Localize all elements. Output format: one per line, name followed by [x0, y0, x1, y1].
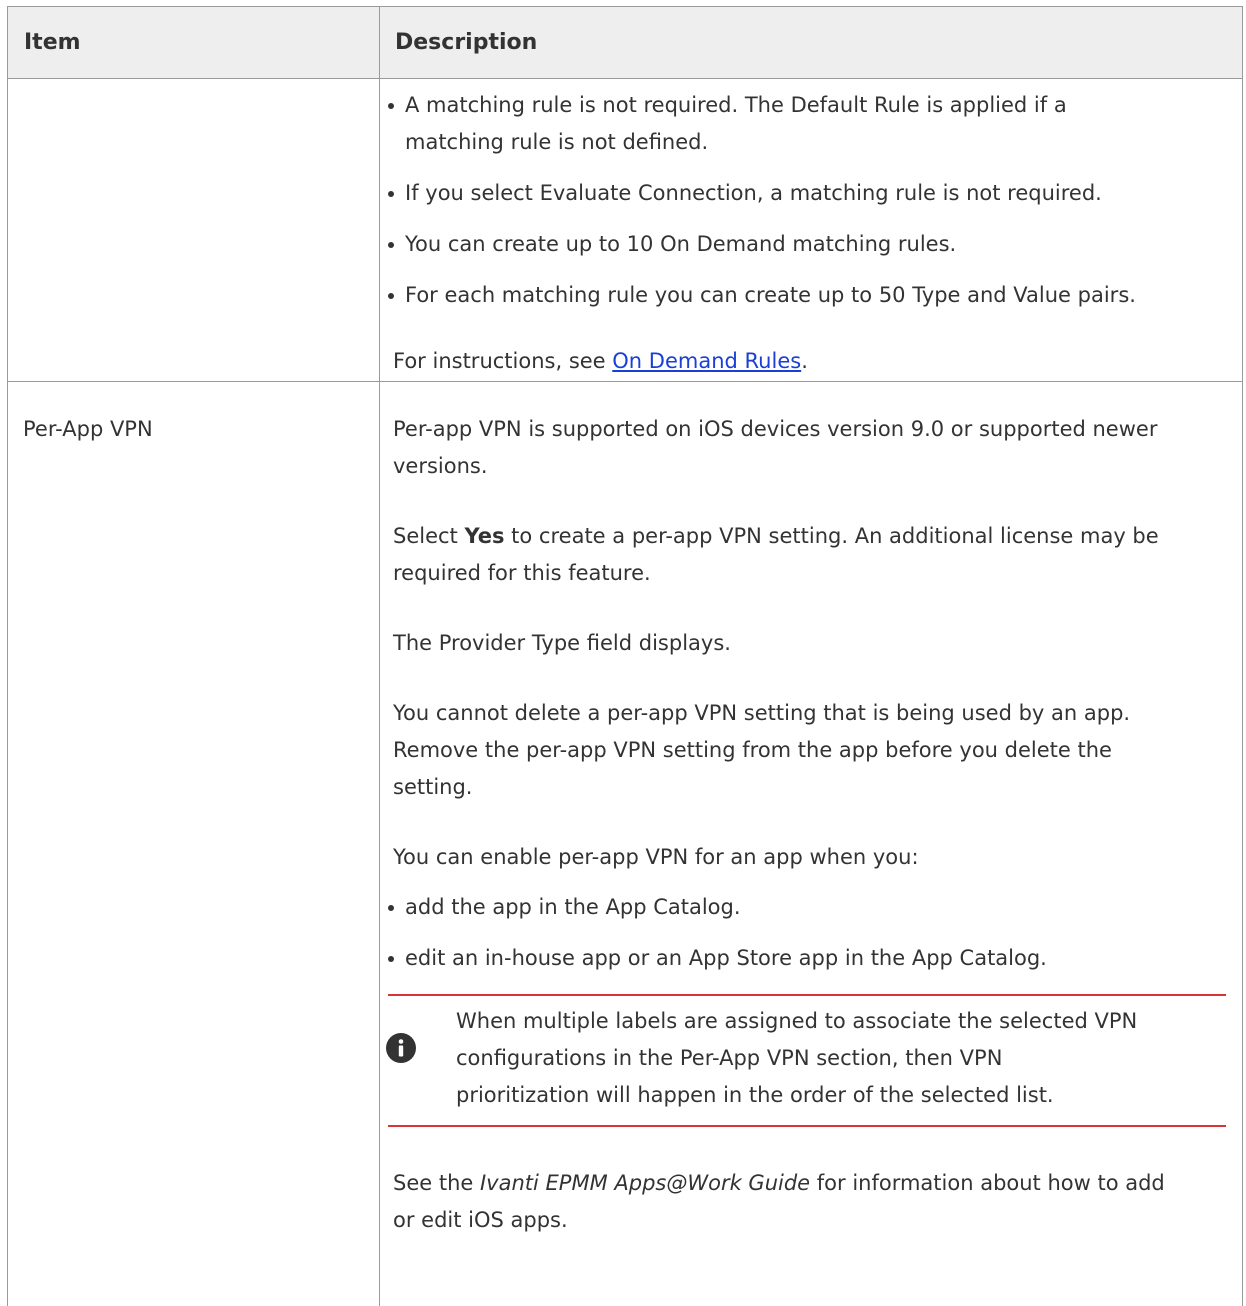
guide-title: Ivanti EPMM Apps@Work Guide [479, 1171, 811, 1195]
paragraph-see-guide: See the Ivanti EPMM Apps@Work Guide for … [393, 1171, 1165, 1195]
header-item: Item [24, 30, 81, 55]
paragraph-support-cont: versions. [393, 454, 488, 478]
table-header: Item Description [8, 7, 1242, 79]
paragraph-select-yes-cont: required for this feature. [393, 561, 651, 585]
paragraph-enable: You can enable per-app VPN for an app wh… [393, 845, 919, 869]
bullet-text: If you select Evaluate Connection, a mat… [405, 181, 1102, 205]
item-per-app-vpn: Per-App VPN [23, 417, 153, 441]
bullet-dot [388, 242, 394, 248]
instructions-paragraph: For instructions, see On Demand Rules. [393, 349, 808, 373]
yes-emphasis: Yes [464, 524, 505, 548]
bullet-text-cont: matching rule is not defined. [405, 130, 709, 154]
on-demand-rules-link[interactable]: On Demand Rules [612, 349, 801, 373]
bullet-dot [388, 293, 394, 299]
bullet-dot [388, 191, 394, 197]
info-icon [386, 1033, 416, 1063]
note-text: When multiple labels are assigned to ass… [456, 1009, 1138, 1033]
paragraph-delete-cont: setting. [393, 775, 473, 799]
paragraph-select-yes: Select Yes to create a per-app VPN setti… [393, 524, 1159, 548]
column-divider [379, 7, 380, 1306]
bullet-dot [388, 905, 394, 911]
header-description: Description [395, 30, 538, 55]
paragraph-support: Per-app VPN is supported on iOS devices … [393, 417, 1158, 441]
note-bottom-rule [388, 1125, 1226, 1127]
note-text-cont: configurations in the Per-App VPN sectio… [456, 1046, 1003, 1070]
bullet-text: A matching rule is not required. The Def… [405, 93, 1067, 117]
paragraph-delete: You cannot delete a per-app VPN setting … [393, 701, 1131, 725]
bullet-dot [388, 956, 394, 962]
paragraph-delete-cont: Remove the per-app VPN setting from the … [393, 738, 1112, 762]
note-text-cont: prioritization will happen in the order … [456, 1083, 1054, 1107]
row-divider [8, 381, 1242, 382]
bullet-text: For each matching rule you can create up… [405, 283, 1136, 307]
paragraph-provider-type: The Provider Type field displays. [393, 631, 731, 655]
bullet-text: edit an in-house app or an App Store app… [405, 946, 1047, 970]
bullet-text: add the app in the App Catalog. [405, 895, 741, 919]
bullet-text: You can create up to 10 On Demand matchi… [405, 232, 957, 256]
note-top-rule [388, 994, 1226, 996]
bullet-dot [388, 103, 394, 109]
paragraph-see-guide-cont: or edit iOS apps. [393, 1208, 568, 1232]
